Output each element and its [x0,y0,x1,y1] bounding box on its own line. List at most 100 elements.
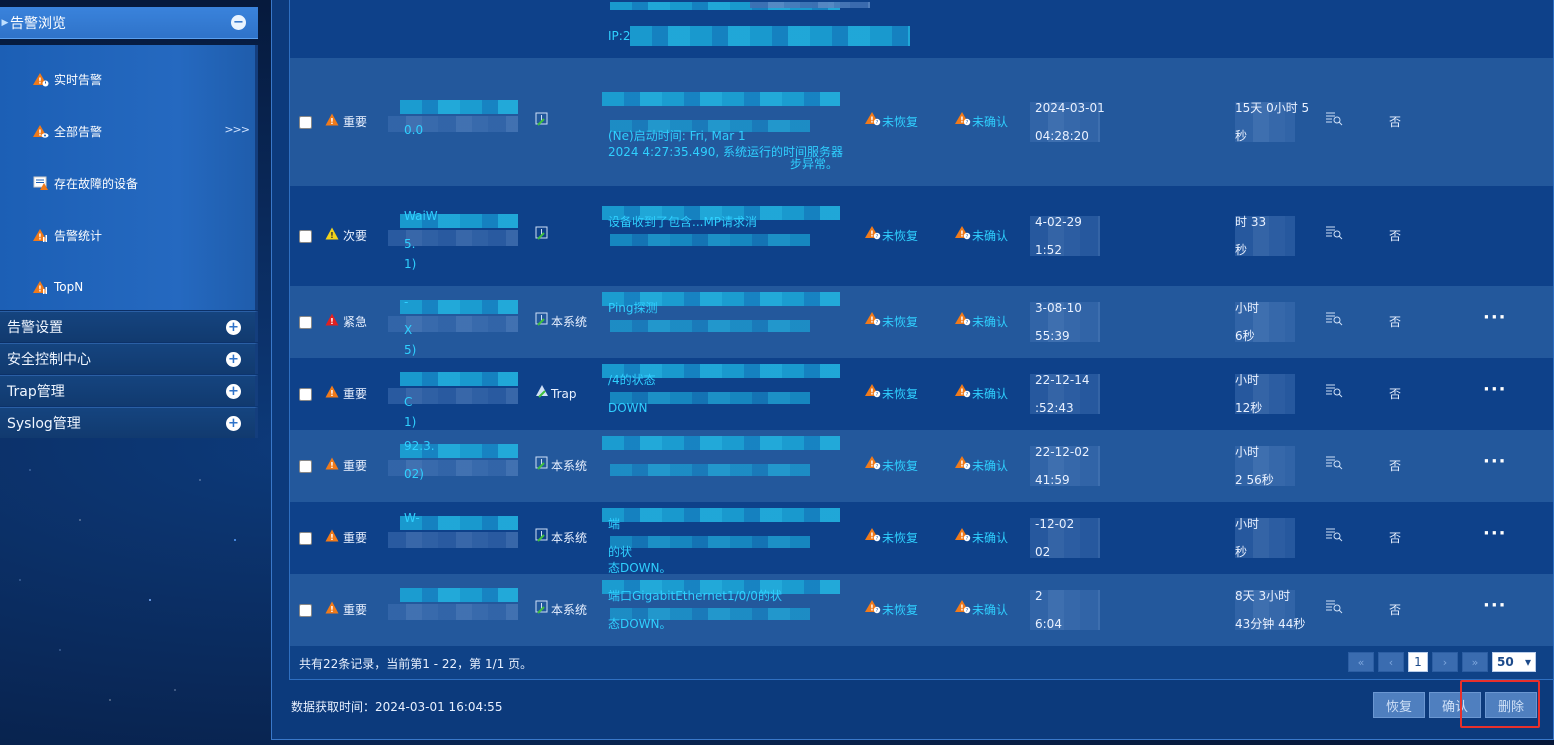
source-icon [535,380,549,408]
more-actions-icon[interactable]: ··· [1483,520,1507,548]
row-checkbox[interactable] [299,116,312,129]
alarm-description[interactable]: 设备收到了包含...MP请求消 [608,208,848,236]
row-checkbox[interactable] [299,604,312,617]
expand-more-icon[interactable]: >>> [224,123,250,136]
alarm-description[interactable]: 端口GigabitEthernet1/0/0的状 [608,582,848,610]
unresolved-icon: !? [865,222,881,250]
expand-plus-icon[interactable]: + [226,415,241,431]
unresolved-icon: !? [865,380,881,408]
more-actions-icon[interactable]: ··· [1483,448,1507,476]
recover-status[interactable]: !? 未恢复 [865,452,918,480]
device-line[interactable]: 0.0 [404,116,423,144]
device-line[interactable]: WaiW [404,202,438,230]
detail-search-icon[interactable] [1325,108,1343,136]
table-row[interactable]: ! 紧急 - X 5) 本系统 Ping探测!? 未恢复!? 未确认 3-08-10 55:39 小时… [290,286,1553,358]
expand-plus-icon[interactable]: + [226,383,241,399]
device-line[interactable]: - [404,288,408,316]
table-row[interactable]: ! 重要 本系统 端口GigabitEthernet1/0/0的状 态DOWN。!? 未恢… [290,574,1553,646]
sidebar-group-alarm-settings[interactable]: 告警设置 + [0,311,258,342]
severity-icon: ! [325,596,339,624]
fetch-time: 数据获取时间：2024-03-01 16:04:55 [291,700,503,714]
device-line[interactable]: W- [404,504,420,532]
row-checkbox[interactable] [299,532,312,545]
recover-status[interactable]: !? 未恢复 [865,308,918,336]
confirm-status[interactable]: !? 未确认 [955,308,1008,336]
recover-button[interactable]: 恢复 [1373,692,1425,718]
last-page-button[interactable]: » [1462,652,1488,672]
sidebar-item-label: 告警统计 [54,228,103,243]
sidebar-header-alarm-browse[interactable]: ▶ 告警浏览 − [0,7,258,39]
table-row[interactable]: ! 次要 WaiW 5. 1) 设备收到了包含...MP请求消!? 未恢复!? 未确认 4-02… [290,186,1553,286]
alarm-source: Trap [535,380,576,408]
device-line[interactable]: 1) [404,250,416,278]
source-icon [535,524,549,552]
alarm-description[interactable]: 态DOWN。 [608,610,848,638]
detail-search-icon[interactable] [1325,380,1343,408]
alarm-description[interactable]: Ping探测 [608,294,848,322]
unconfirmed-icon: !? [955,452,971,480]
table-row[interactable]: ! 重要 W- 本系统端的状 态DOWN。!? 未恢复!? 未确认 -12-02 02 小时秒否 ·… [290,502,1553,575]
svg-text:?: ? [876,536,879,542]
recover-status[interactable]: !? 未恢复 [865,596,918,624]
recover-status[interactable]: !? 未恢复 [865,222,918,250]
collapse-icon[interactable]: − [231,15,246,30]
detail-search-icon[interactable] [1325,222,1343,250]
recover-status[interactable]: !? 未恢复 [865,380,918,408]
recover-status[interactable]: !? 未恢复 [865,108,918,136]
alarm-description[interactable]: /4的状态 [608,366,848,394]
device-line[interactable]: 92.3. [404,432,435,460]
alarm-duration: 小时 [1235,373,1260,387]
alarm-description[interactable]: DOWN [608,394,848,422]
table-row[interactable]: ! 重要 92.3. 02) 本系统!? 未恢复!? 未确认 22-12-02 41:59 小时 2… [290,430,1553,502]
confirm-status[interactable]: !? 未确认 [955,222,1008,250]
sidebar-item-topn[interactable]: ! TopN [0,261,255,313]
confirm-status[interactable]: !? 未确认 [955,108,1008,136]
page-size-select[interactable]: 50 ▾ [1492,652,1536,672]
more-actions-icon[interactable]: ··· [1483,592,1507,620]
next-page-button[interactable]: › [1432,652,1458,672]
table-row[interactable]: IP:2 [290,0,1553,58]
sidebar-item-faulty-devices[interactable]: 存在故障的设备 [0,157,255,209]
confirm-status[interactable]: !? 未确认 [955,596,1008,624]
confirm-status[interactable]: !? 未确认 [955,380,1008,408]
first-page-button[interactable]: « [1348,652,1374,672]
detail-search-icon[interactable] [1325,596,1343,624]
detail-search-icon[interactable] [1325,308,1343,336]
severity-label: 紧急 [343,315,368,329]
recover-label: 未恢复 [882,115,919,129]
svg-text:!: ! [960,316,964,325]
expand-plus-icon[interactable]: + [226,351,241,367]
page-number-button[interactable]: 1 [1408,652,1428,672]
table-row[interactable]: ! 重要 0.0 (Ne)启动时间: Fri, Mar 1 2024 4:27:35.4… [290,58,1553,186]
alarm-description[interactable]: 端 [608,510,848,538]
detail-search-icon[interactable] [1325,524,1343,552]
row-checkbox[interactable] [299,388,312,401]
row-checkbox[interactable] [299,316,312,329]
alarm-description[interactable]: 步异常。 [790,150,838,178]
row-checkbox[interactable] [299,230,312,243]
svg-text:!: ! [870,388,874,397]
expand-plus-icon[interactable]: + [226,319,241,335]
sidebar-group-security-center[interactable]: 安全控制中心 + [0,343,258,374]
sidebar-item-realtime-alarm[interactable]: ! 实时告警 [0,53,255,105]
sidebar-group-trap[interactable]: Trap管理 + [0,375,258,406]
recover-status[interactable]: !? 未恢复 [865,524,918,552]
sidebar-item-all-alarm[interactable]: ! 全部告警 >>> [0,105,255,157]
confirm-status[interactable]: !? 未确认 [955,524,1008,552]
sidebar-header-label: 告警浏览 [10,15,66,32]
svg-text:?: ? [966,234,969,240]
unresolved-icon: !? [865,452,881,480]
confirm-status[interactable]: !? 未确认 [955,452,1008,480]
sidebar-group-syslog[interactable]: Syslog管理 + [0,407,258,438]
table-row[interactable]: ! 重要 C 1) Trap/4的状态 DOWN!? 未恢复!? 未确认 22-12-14:52… [290,358,1553,430]
more-actions-icon[interactable]: ··· [1483,304,1507,332]
severity-label: 重要 [343,603,368,617]
detail-search-icon[interactable] [1325,452,1343,480]
source-label: 本系统 [551,531,588,545]
svg-text:!: ! [960,604,964,613]
device-line[interactable]: 02) [404,460,424,488]
prev-page-button[interactable]: ‹ [1378,652,1404,672]
sidebar-item-alarm-statistics[interactable]: ! 告警统计 [0,209,255,261]
more-actions-icon[interactable]: ··· [1483,376,1507,404]
row-checkbox[interactable] [299,460,312,473]
